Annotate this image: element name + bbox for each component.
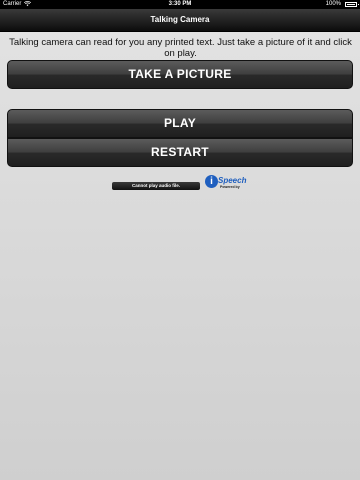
intro-text: Talking camera can read for you any prin…: [9, 37, 352, 59]
battery-icon: [345, 2, 359, 7]
play-button[interactable]: PLAY: [7, 109, 353, 138]
ispeech-logo-icon: i: [205, 175, 218, 188]
ispeech-brand: Speech: [218, 176, 247, 185]
clock: 3:30 PM: [168, 1, 192, 7]
restart-button[interactable]: RESTART: [7, 138, 353, 167]
take-picture-button[interactable]: TAKE A PICTURE: [7, 60, 353, 89]
audio-status-label: Cannot play audio file.: [112, 182, 200, 190]
battery-percent: 100%: [325, 1, 341, 7]
powered-by-label: Powered by: [220, 185, 240, 189]
status-bar: Carrier 3:30 PM 100%: [0, 0, 360, 9]
nav-title: Talking Camera: [0, 9, 360, 32]
ispeech-logo[interactable]: i Speech Powered by: [204, 174, 252, 192]
